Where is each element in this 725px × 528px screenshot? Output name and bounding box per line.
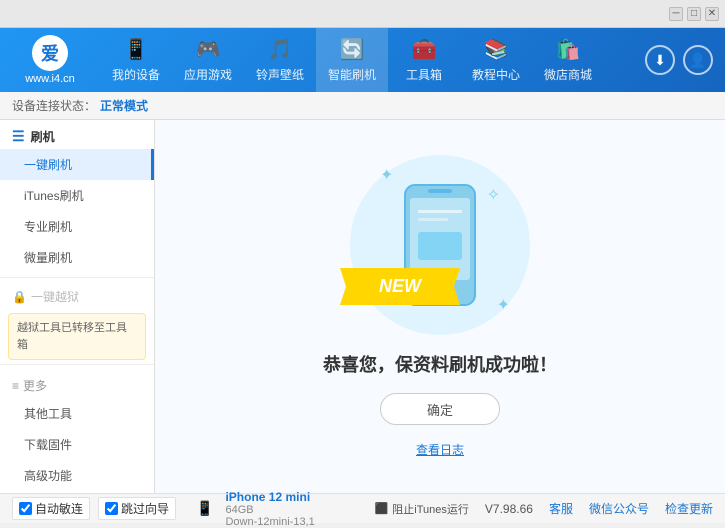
device-details: iPhone 12 mini 64GB Down-12mini-13,1 bbox=[225, 490, 314, 528]
statusbar: 设备连接状态： 正常模式 bbox=[0, 92, 725, 120]
jailbreak-label: 一键越狱 bbox=[31, 288, 79, 305]
nav-item-apps-games[interactable]: 🎮 应用游戏 bbox=[172, 28, 244, 92]
pro-flash-label: 专业刷机 bbox=[24, 220, 72, 234]
status-value: 正常模式 bbox=[100, 97, 148, 114]
nav-item-tutorials[interactable]: 📚 教程中心 bbox=[460, 28, 532, 92]
ringtone-icon: 🎵 bbox=[268, 37, 293, 62]
sidebar-notice: 越狱工具已转移至工具箱 bbox=[8, 313, 146, 360]
nav-label-weidian: 微店商城 bbox=[544, 66, 592, 83]
tutorials-icon: 📚 bbox=[484, 37, 509, 62]
bottombar: 自动敏连 跳过向导 📱 iPhone 12 mini 64GB Down-12m… bbox=[0, 493, 725, 523]
bottombar-left: 自动敏连 跳过向导 📱 iPhone 12 mini 64GB Down-12m… bbox=[12, 490, 375, 528]
content-title: 恭喜您，保资料刷机成功啦！ bbox=[323, 351, 557, 377]
device-info: 📱 bbox=[196, 500, 217, 517]
one-key-flash-label: 一键刷机 bbox=[24, 158, 72, 172]
download-firmware-label: 下载固件 bbox=[24, 438, 72, 452]
sidebar-flash-header: ☰ 刷机 bbox=[0, 120, 154, 149]
nav-label-smart-flash: 智能刷机 bbox=[328, 66, 376, 83]
logo-subtext: www.i4.cn bbox=[25, 73, 75, 85]
flash-section-label: 刷机 bbox=[31, 128, 55, 145]
nav-label-tutorials: 教程中心 bbox=[472, 66, 520, 83]
nav-item-weidian[interactable]: 🛍️ 微店商城 bbox=[532, 28, 604, 92]
itunes-flash-label: iTunes刷机 bbox=[24, 189, 84, 203]
weidian-icon: 🛍️ bbox=[556, 37, 581, 62]
sparkle-2: ✧ bbox=[487, 185, 500, 205]
nav-label-ringtone: 铃声壁纸 bbox=[256, 66, 304, 83]
skip-wizard-label: 跳过向导 bbox=[121, 500, 169, 517]
nav-label-toolbox: 工具箱 bbox=[406, 66, 442, 83]
main-area: ☰ 刷机 一键刷机 iTunes刷机 专业刷机 微量刷机 🔒 一键越狱 越狱工具… bbox=[0, 120, 725, 493]
auto-connect-checkbox[interactable]: 自动敏连 bbox=[12, 497, 90, 520]
sidebar-item-one-key-flash[interactable]: 一键刷机 bbox=[0, 149, 154, 180]
advanced-label: 高级功能 bbox=[24, 469, 72, 483]
support-link[interactable]: 客服 bbox=[549, 500, 573, 517]
user-button[interactable]: 👤 bbox=[683, 45, 713, 75]
nav-right: ⬇ 👤 bbox=[645, 45, 725, 75]
itunes-status: ⬛ 阻止iTunes运行 bbox=[375, 501, 469, 517]
capacity-text: 64GB bbox=[225, 504, 253, 516]
titlebar-controls: ─ □ ✕ bbox=[669, 7, 719, 21]
device-name: iPhone 12 mini bbox=[225, 490, 314, 504]
flash-section-icon: ☰ bbox=[12, 128, 25, 145]
sidebar-item-advanced[interactable]: 高级功能 bbox=[0, 460, 154, 491]
logo-icon: 爱 bbox=[32, 35, 68, 71]
logo-area: 爱 www.i4.cn bbox=[0, 35, 100, 85]
sidebar-more-header: ≡ 更多 bbox=[0, 369, 154, 398]
sidebar-item-itunes-flash[interactable]: iTunes刷机 bbox=[0, 180, 154, 211]
nav-item-smart-flash[interactable]: 🔄 智能刷机 bbox=[316, 28, 388, 92]
lock-icon: 🔒 bbox=[12, 290, 27, 304]
sidebar-divider-2 bbox=[0, 364, 154, 365]
other-tools-label: 其他工具 bbox=[24, 407, 72, 421]
apps-games-icon: 🎮 bbox=[196, 37, 221, 62]
nav-label-apps-games: 应用游戏 bbox=[184, 66, 232, 83]
confirm-label: 确定 bbox=[427, 400, 453, 419]
itunes-status-icon: ⬛ bbox=[375, 502, 389, 515]
topnav: 爱 www.i4.cn 📱 我的设备 🎮 应用游戏 🎵 铃声壁纸 🔄 智能刷机 … bbox=[0, 28, 725, 92]
confirm-button[interactable]: 确定 bbox=[380, 393, 500, 425]
my-device-icon: 📱 bbox=[124, 37, 149, 62]
device-model: Down-12mini-13,1 bbox=[225, 516, 314, 528]
version-text: V7.98.66 bbox=[485, 502, 533, 516]
smart-flash-icon: 🔄 bbox=[340, 37, 365, 62]
nav-item-ringtone[interactable]: 🎵 铃声壁纸 bbox=[244, 28, 316, 92]
maximize-button[interactable]: □ bbox=[687, 7, 701, 21]
nav-label-my-device: 我的设备 bbox=[112, 66, 160, 83]
status-label: 设备连接状态： bbox=[12, 97, 96, 114]
micro-flash-label: 微量刷机 bbox=[24, 251, 72, 265]
notice-text: 越狱工具已转移至工具箱 bbox=[17, 322, 127, 351]
sidebar-item-download-firmware[interactable]: 下载固件 bbox=[0, 429, 154, 460]
sidebar-item-other-tools[interactable]: 其他工具 bbox=[0, 398, 154, 429]
close-button[interactable]: ✕ bbox=[705, 7, 719, 21]
titlebar: ─ □ ✕ bbox=[0, 0, 725, 28]
nav-item-my-device[interactable]: 📱 我的设备 bbox=[100, 28, 172, 92]
auto-connect-label: 自动敏连 bbox=[35, 500, 83, 517]
more-section-label: 更多 bbox=[23, 377, 47, 394]
download-button[interactable]: ⬇ bbox=[645, 45, 675, 75]
sparkle-3: ✦ bbox=[497, 295, 510, 315]
more-section-icon: ≡ bbox=[12, 379, 19, 393]
skip-wizard-input[interactable] bbox=[105, 502, 118, 515]
bottombar-right: ⬛ 阻止iTunes运行 V7.98.66 客服 微信公众号 检查更新 bbox=[375, 500, 713, 517]
sidebar-jailbreak-header: 🔒 一键越狱 bbox=[0, 282, 154, 309]
sparkle-1: ✦ bbox=[380, 165, 393, 185]
view-log-link[interactable]: 查看日志 bbox=[416, 441, 464, 458]
update-link[interactable]: 检查更新 bbox=[665, 500, 713, 517]
skip-wizard-checkbox[interactable]: 跳过向导 bbox=[98, 497, 176, 520]
minimize-button[interactable]: ─ bbox=[669, 7, 683, 21]
toolbox-icon: 🧰 bbox=[412, 37, 437, 62]
auto-connect-input[interactable] bbox=[19, 502, 32, 515]
itunes-status-text: 阻止iTunes运行 bbox=[392, 501, 469, 517]
sidebar-divider-1 bbox=[0, 277, 154, 278]
sidebar: ☰ 刷机 一键刷机 iTunes刷机 专业刷机 微量刷机 🔒 一键越狱 越狱工具… bbox=[0, 120, 155, 493]
wechat-link[interactable]: 微信公众号 bbox=[589, 500, 649, 517]
device-phone-icon: 📱 bbox=[196, 500, 213, 517]
new-badge: NEW bbox=[340, 268, 460, 305]
device-capacity: 64GB bbox=[225, 504, 314, 516]
sidebar-item-micro-flash[interactable]: 微量刷机 bbox=[0, 242, 154, 273]
nav-item-toolbox[interactable]: 🧰 工具箱 bbox=[388, 28, 460, 92]
phone-illustration: ✦ ✧ ✦ NEW bbox=[350, 155, 530, 335]
nav-items: 📱 我的设备 🎮 应用游戏 🎵 铃声壁纸 🔄 智能刷机 🧰 工具箱 📚 教程中心… bbox=[100, 28, 645, 92]
sidebar-item-pro-flash[interactable]: 专业刷机 bbox=[0, 211, 154, 242]
content-area: ✦ ✧ ✦ NEW 恭喜您，保资料刷机成功啦！ 确定 bbox=[155, 120, 725, 493]
